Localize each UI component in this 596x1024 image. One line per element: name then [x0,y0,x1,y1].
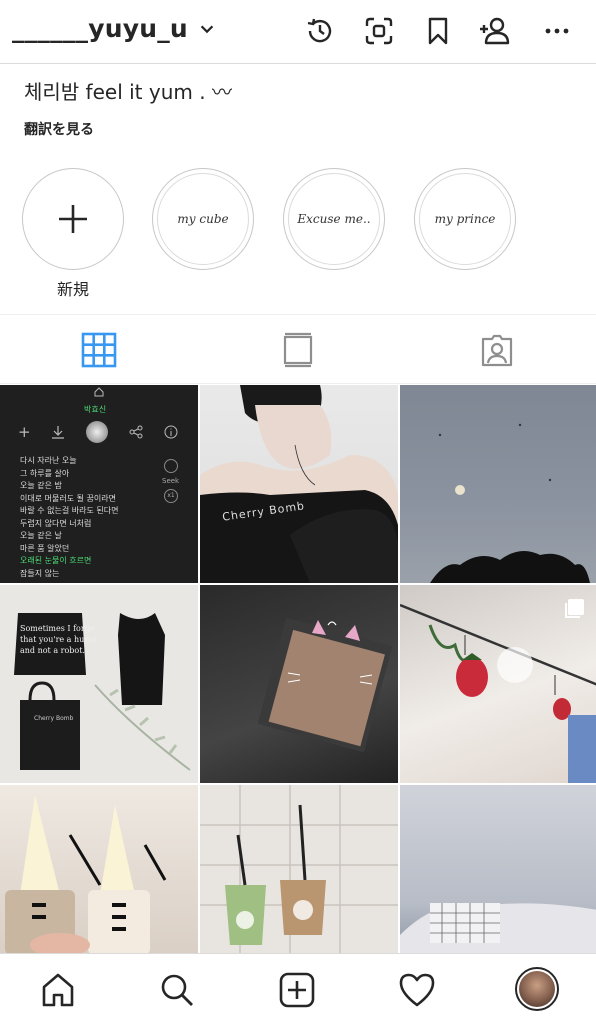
igtv-icon [283,332,313,368]
shirt-print-line: and not a robot. [20,646,85,655]
lyric-line: 그 하루를 살아 [20,468,70,478]
lyric-line: 두렵지 않다면 너처럼 [20,518,92,528]
profile-bio: 체리밤 feel it yum . 〰 [24,80,232,104]
highlight-cover: Excuse me.. [288,173,380,265]
home-icon[interactable] [38,970,78,1010]
lyric-line-current: 오래된 눈물이 흐르면 [20,556,92,565]
lyric-line: 마른 품 알았던 [20,543,70,553]
new-post-icon[interactable] [277,970,317,1010]
post-music-lyrics[interactable]: 박효신 + 다시 자라난 오늘 그 하루를 살아 오늘 같은 밤 이대로 머물러… [0,385,198,583]
search-icon[interactable] [157,970,197,1010]
add-icon: + [18,423,31,441]
bag-print: Cherry Bomb [34,715,74,722]
post-iced-drinks[interactable] [200,785,398,953]
artist-name: 박효신 [84,405,107,414]
history-icon[interactable] [303,14,337,48]
tab-tagged[interactable] [478,331,516,369]
music-controls: + [18,421,178,443]
highlight-cover: my cube [157,173,249,265]
grid-icon [81,332,117,368]
heart-icon[interactable] [397,970,437,1010]
avatar-photo [519,971,555,1007]
post-strawberry-lamps[interactable] [400,585,596,783]
add-person-icon[interactable] [477,14,511,48]
photo-cat-filter [258,618,392,752]
chevron-down-icon [200,25,214,33]
plus-icon [59,205,87,233]
bookmark-icon[interactable] [421,14,455,48]
seek-label: Seek [162,477,180,485]
photo-ice-cream [5,795,167,953]
lyric-line: 다시 자라난 오늘 [20,456,77,465]
highlight-ring: my prince [414,168,516,270]
post-cat-filter-photo[interactable] [200,585,398,783]
translate-link[interactable]: 翻訳を見る [24,119,94,139]
tagged-person-icon [481,334,513,367]
multiple-photos-icon [565,599,584,618]
username-switcher[interactable]: ______yuyu_u [12,14,216,43]
photo-portrait [200,385,398,583]
photo-bed [400,903,596,953]
username: ______yuyu_u [12,14,188,43]
post-soft-serve[interactable] [0,785,198,953]
lyric-line: 바랄 수 없는걸 바라도 된다면 [20,506,119,515]
profile-tabs [0,314,596,384]
profile-avatar[interactable] [515,967,559,1011]
bottom-navigation [0,953,596,1024]
posts-grid: 박효신 + 다시 자라난 오늘 그 하루를 살아 오늘 같은 밤 이대로 머물러… [0,385,596,953]
lyrics-list: 다시 자라난 오늘 그 하루를 살아 오늘 같은 밤 이대로 머물러도 될 꿈이… [20,455,119,580]
highlight-label: 新規 [56,280,89,299]
photo-flatlay [14,613,191,771]
tab-igtv[interactable] [279,331,317,369]
timer-icon [164,459,178,473]
more-icon[interactable] [540,14,574,48]
share-icon [129,425,143,439]
highlight-my-prince[interactable]: my prince [414,168,516,270]
new-highlight-circle [22,168,124,270]
shirt-print-text: Sometimes I forge that you're a huma and… [20,623,97,656]
scan-icon[interactable] [362,14,396,48]
tab-grid[interactable] [80,331,118,369]
shirt-print-line: Sometimes I forge [20,624,95,633]
lyric-line: 잠들지 않는 [20,568,60,578]
lyric-line: 오늘 같은 날 [20,531,62,540]
shirt-print-line: that you're a huma [20,635,97,644]
highlight-my-cube[interactable]: my cube [152,168,254,270]
photo-drinks [200,785,398,953]
highlight-new[interactable]: 新規 [22,168,124,300]
speed-label: x1 [164,489,178,503]
post-bed-pillows[interactable] [400,785,596,953]
post-flatlay-outfit[interactable]: Sometimes I forge that you're a huma and… [0,585,198,783]
top-bar: ______yuyu_u [0,0,596,64]
album-art [86,421,109,443]
highlight-cover: my prince [419,173,511,265]
home-icon [94,387,104,397]
highlight-ring: my cube [152,168,254,270]
photo-sky [430,423,590,583]
lyric-line: 오늘 같은 밤 [20,481,62,490]
post-night-sky[interactable] [400,385,596,583]
download-icon [52,426,65,439]
info-icon [164,425,178,439]
highlight-ring: Excuse me.. [283,168,385,270]
post-cherry-bomb-top[interactable]: Cherry Bomb [200,385,398,583]
lyric-line: 이대로 머물러도 될 꿈이라면 [20,493,116,503]
highlight-excuse-me[interactable]: Excuse me.. [283,168,385,270]
